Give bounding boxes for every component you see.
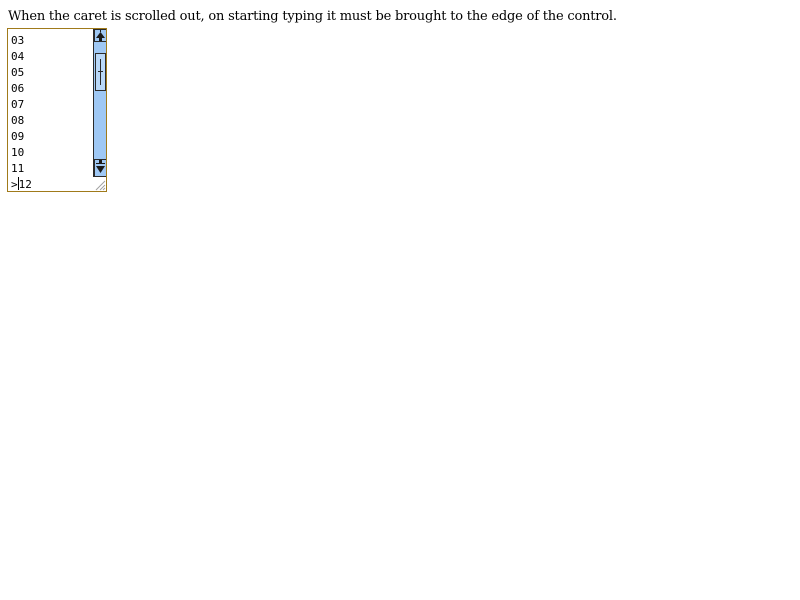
scroll-thumb[interactable] [95, 53, 106, 91]
text-line: 04 [11, 50, 25, 63]
thumb-grip-bar [98, 71, 103, 72]
arrow-down-icon [96, 160, 105, 173]
text-area[interactable]: 03 04 05 06 07 08 09 10 11 >12 [7, 28, 107, 192]
scroll-up-button[interactable] [94, 29, 106, 42]
text-line: 05 [11, 66, 25, 79]
resize-grip-icon[interactable] [92, 177, 106, 191]
scroll-down-button[interactable] [94, 159, 106, 177]
text-line: 09 [11, 130, 25, 143]
text-line: 03 [11, 34, 25, 47]
arrow-up-icon [96, 30, 105, 41]
vertical-scrollbar[interactable] [93, 29, 106, 177]
line-suffix: 12 [18, 178, 32, 191]
text-line: 08 [11, 114, 25, 127]
line-prefix: > [11, 178, 18, 191]
text-line: 11 [11, 162, 25, 175]
text-line: 10 [11, 146, 25, 159]
text-line: 06 [11, 82, 25, 95]
text-lines: 03 04 05 06 07 08 09 10 11 >12 [11, 33, 32, 191]
instruction-text: When the caret is scrolled out, on start… [8, 9, 617, 24]
text-line-last: >12 [11, 177, 32, 191]
text-line: 07 [11, 98, 25, 111]
thumb-grip-line [100, 59, 101, 85]
